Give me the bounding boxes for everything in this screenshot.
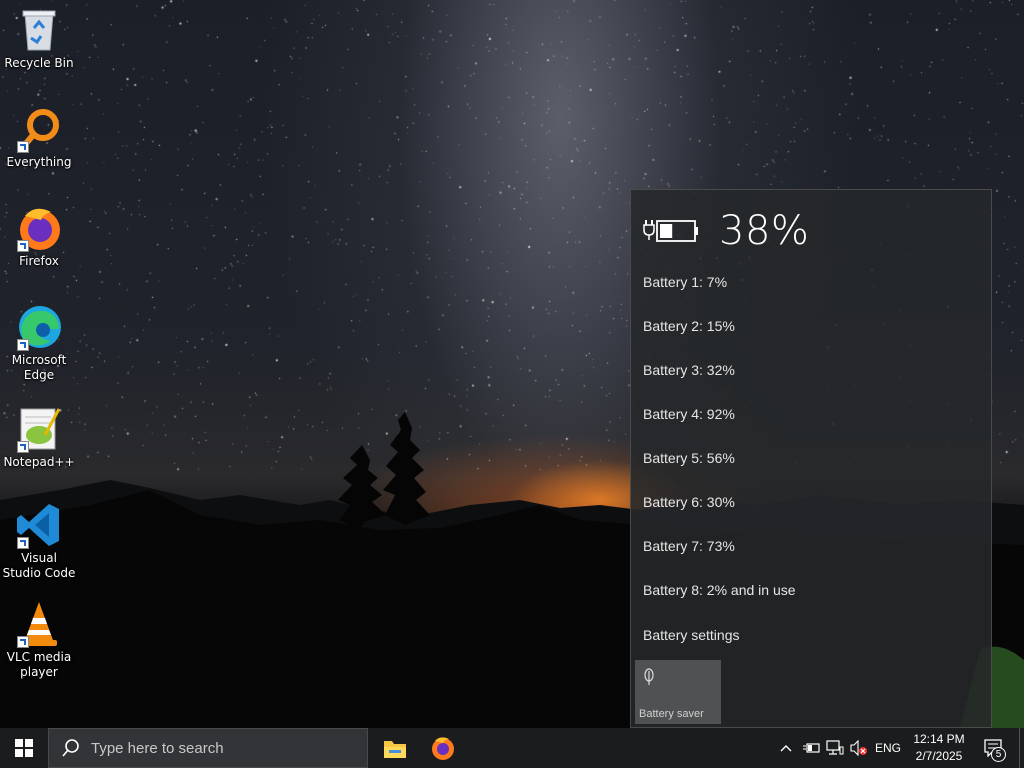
battery-1-status: Battery 1: 7% — [643, 274, 728, 290]
shortcut-arrow-icon — [17, 537, 29, 549]
battery-flyout: 38% Battery 1: 7% Battery 2: 15% Battery… — [630, 189, 992, 728]
desktop-icon-recycle-bin[interactable]: Recycle Bin — [0, 6, 78, 71]
tray-battery-button[interactable] — [800, 728, 822, 768]
firefox-icon — [15, 204, 63, 252]
notification-count-badge: 5 — [991, 747, 1006, 762]
clock-date: 2/7/2025 — [915, 749, 963, 763]
start-button[interactable] — [0, 728, 48, 768]
volume-muted-icon — [850, 740, 867, 756]
firefox-icon — [432, 737, 454, 760]
battery-6-status: Battery 6: 30% — [643, 494, 735, 510]
taskbar-firefox[interactable] — [419, 728, 467, 768]
battery-3-status: Battery 3: 32% — [643, 362, 735, 378]
taskbar: Type here to search ENG 12:14 PM 2/7/202… — [0, 728, 1024, 768]
desktop-icon-edge[interactable]: Microsoft Edge — [0, 303, 78, 383]
shortcut-arrow-icon — [17, 441, 29, 453]
desktop-icon-label: Recycle Bin — [4, 56, 74, 70]
battery-percentage: 38% — [719, 208, 810, 254]
desktop-icon-label: Firefox — [19, 254, 59, 268]
tray-volume-button[interactable] — [848, 728, 870, 768]
show-desktop-button[interactable] — [1019, 728, 1024, 768]
battery-saver-label: Battery saver — [639, 708, 704, 720]
desktop-icon-everything[interactable]: Everything — [0, 105, 78, 170]
desktop-icon-label: Everything — [6, 155, 72, 169]
file-explorer-icon — [384, 741, 406, 758]
desktop-icon-firefox[interactable]: Firefox — [0, 204, 78, 269]
notepad-plus-plus-icon — [15, 405, 63, 453]
battery-charging-icon — [643, 220, 698, 242]
battery-settings-link[interactable]: Battery settings — [643, 627, 740, 643]
search-icon — [62, 739, 79, 757]
edge-icon — [15, 303, 63, 351]
vscode-icon — [15, 501, 63, 549]
input-language-button[interactable]: ENG — [872, 728, 904, 768]
chevron-up-icon — [780, 745, 792, 752]
desktop-icon-label: VLC media player — [6, 650, 72, 679]
desktop-icon-label: Notepad++ — [3, 455, 75, 469]
tray-network-button[interactable] — [824, 728, 846, 768]
leaf-icon — [644, 668, 654, 685]
shortcut-arrow-icon — [17, 636, 29, 648]
battery-saver-toggle[interactable]: Battery saver — [635, 660, 721, 724]
battery-header: 38% — [643, 206, 809, 256]
recycle-bin-icon — [15, 6, 63, 54]
input-language-label: ENG — [874, 741, 901, 755]
battery-plugged-icon — [803, 743, 820, 753]
desktop-icon-vlc[interactable]: VLC media player — [0, 600, 78, 680]
shortcut-arrow-icon — [17, 141, 29, 153]
desktop-icon-vscode[interactable]: Visual Studio Code — [0, 501, 78, 581]
clock-time: 12:14 PM — [913, 732, 965, 746]
clock-button[interactable]: 12:14 PM 2/7/2025 — [906, 731, 972, 765]
taskbar-file-explorer[interactable] — [371, 728, 419, 768]
taskbar-search-box[interactable]: Type here to search — [48, 728, 368, 768]
shortcut-arrow-icon — [17, 240, 29, 252]
network-wired-icon — [826, 740, 844, 755]
windows-logo-icon — [15, 739, 33, 757]
desktop-icon-notepadpp[interactable]: Notepad++ — [0, 405, 78, 470]
show-hidden-icons-button[interactable] — [776, 728, 796, 768]
everything-search-icon — [15, 105, 63, 153]
battery-2-status: Battery 2: 15% — [643, 318, 735, 334]
desktop-icon-label: Microsoft Edge — [11, 353, 67, 382]
battery-4-status: Battery 4: 92% — [643, 406, 735, 422]
battery-8-status: Battery 8: 2% and in use — [643, 582, 796, 598]
vlc-icon — [15, 600, 63, 648]
battery-7-status: Battery 7: 73% — [643, 538, 735, 554]
shortcut-arrow-icon — [17, 339, 29, 351]
search-placeholder: Type here to search — [91, 739, 224, 757]
desktop-icon-label: Visual Studio Code — [2, 551, 76, 580]
battery-5-status: Battery 5: 56% — [643, 450, 735, 466]
